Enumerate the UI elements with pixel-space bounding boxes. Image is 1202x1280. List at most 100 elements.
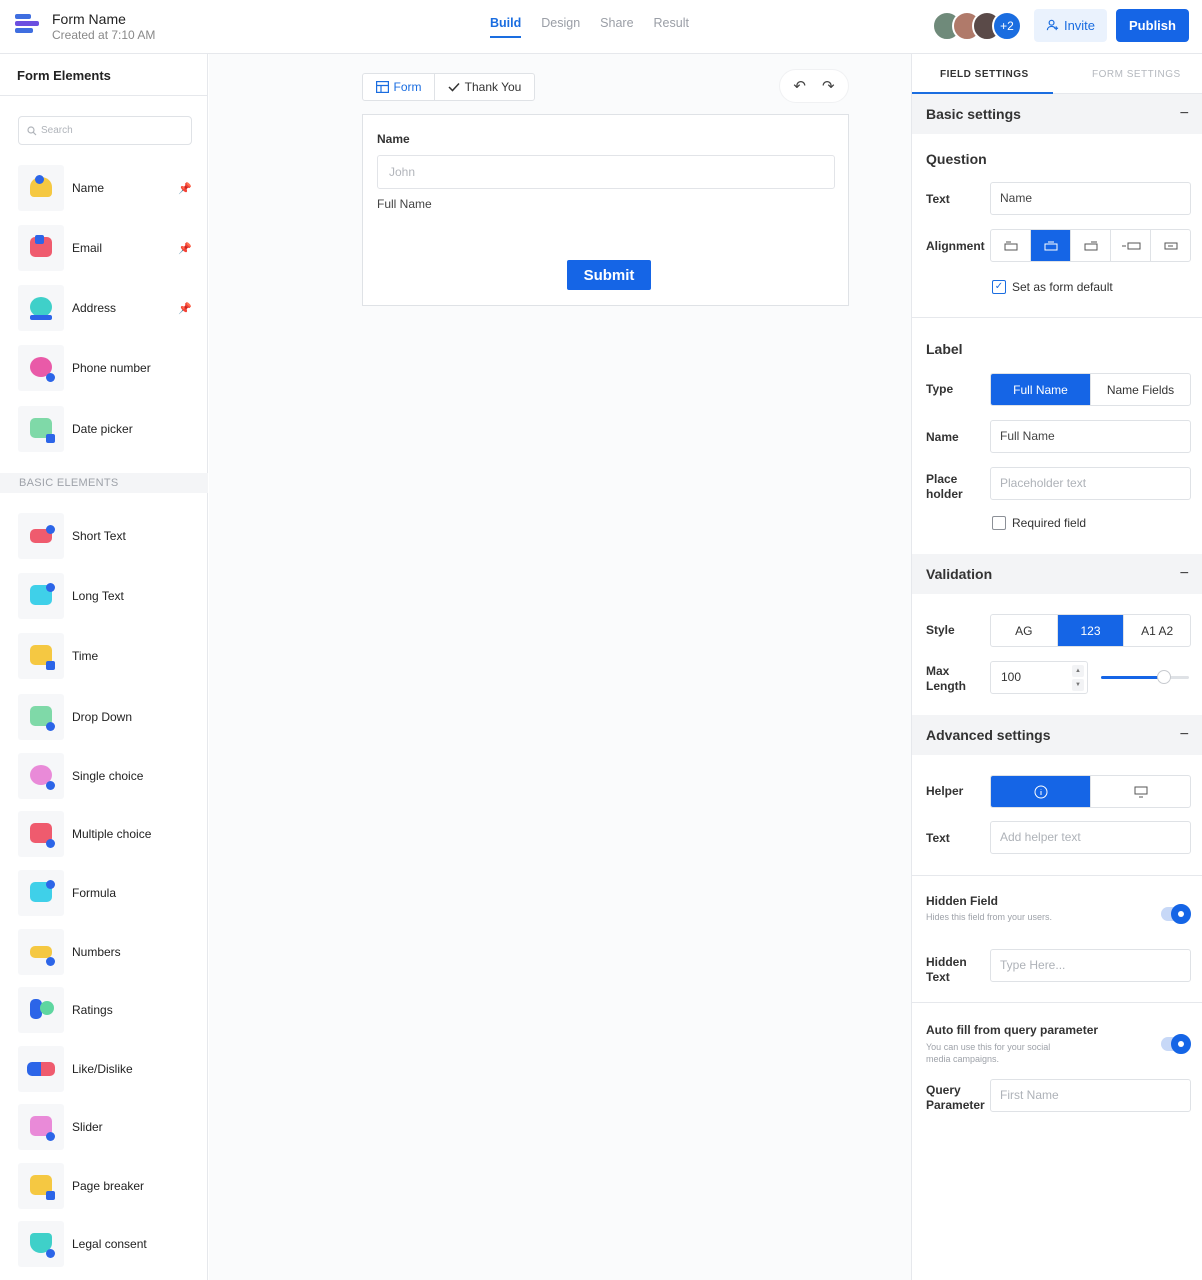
phone-element-icon [18,345,64,391]
tab-thank-you[interactable]: Thank You [435,74,534,100]
style-alphanumeric[interactable]: A1 A2 [1124,615,1190,646]
hidden-field-toggle[interactable] [1161,904,1191,924]
undo-icon[interactable]: ↶ [793,77,806,95]
style-letters[interactable]: AG [991,615,1058,646]
hidden-text-label: Hidden Text [926,955,967,984]
align-center-icon[interactable] [1031,230,1071,261]
tab-form-settings[interactable]: FORM SETTINGS [1092,69,1181,80]
redo-icon[interactable]: ↷ [822,77,835,95]
element-single-choice[interactable]: Single choice [18,753,194,799]
nav-design[interactable]: Design [541,16,580,38]
element-phone-number[interactable]: Phone number [18,345,194,391]
hidden-field-title: Hidden Field [926,894,998,908]
style-numbers[interactable]: 123 [1057,615,1125,646]
tooltip-icon[interactable] [1091,776,1190,807]
name-label: Name [926,430,959,444]
hidden-text-field[interactable]: Type Here... [990,949,1191,982]
slider-handle[interactable] [1157,670,1172,684]
element-date-picker[interactable]: Date picker [18,406,194,452]
pin-icon[interactable]: 📌 [178,182,192,195]
collapse-icon[interactable]: − [1180,94,1189,134]
pin-icon[interactable]: 📌 [178,302,192,315]
element-legal-consent[interactable]: Legal consent [18,1221,194,1267]
element-multiple-choice[interactable]: Multiple choice [18,811,194,857]
align-right-icon[interactable] [1071,230,1111,261]
form-canvas: Form Thank You ↶ ↷ Name John Full Name S… [209,54,911,1280]
nav-result[interactable]: Result [654,16,689,38]
alignment-label: Alignment [926,239,985,253]
helper-text-field[interactable]: Add helper text [990,821,1191,854]
placeholder-field[interactable]: Placeholder text [990,467,1191,500]
invite-button[interactable]: Invite [1034,9,1107,42]
element-page-breaker[interactable]: Page breaker [18,1163,194,1209]
element-long-text[interactable]: Long Text [18,573,194,619]
info-icon[interactable] [991,776,1091,807]
align-inside-icon[interactable] [1151,230,1190,261]
element-slider[interactable]: Slider [18,1104,194,1150]
align-inline-icon[interactable] [1111,230,1151,261]
collapse-icon[interactable]: − [1180,554,1189,594]
collaborator-avatars[interactable]: +2 [932,11,1024,41]
name-element-icon [18,165,64,211]
stepper-value: 100 [1001,670,1022,684]
form-created-at: Created at 7:10 AM [52,28,156,42]
element-label: Legal consent [72,1237,147,1251]
checkbox-label: Set as form default [1012,280,1113,294]
nav-build[interactable]: Build [490,16,522,38]
slider-icon [18,1104,64,1150]
basic-elements-heading: BASIC ELEMENTS [0,473,208,493]
label-name-field[interactable]: Full Name [990,420,1191,453]
settings-panel: FIELD SETTINGS FORM SETTINGS Basic setti… [911,54,1202,1280]
max-length-stepper[interactable]: 100 ▲ ▼ [990,661,1088,694]
type-name-fields[interactable]: Name Fields [1091,374,1190,405]
advanced-settings-header[interactable]: Advanced settings − [912,715,1202,755]
nav-share[interactable]: Share [600,16,633,38]
autofill-toggle[interactable] [1161,1034,1191,1054]
element-name[interactable]: Name 📌 [18,165,194,211]
element-like-dislike[interactable]: Like/Dislike [18,1046,194,1092]
more-avatars-badge[interactable]: +2 [992,11,1022,41]
pin-icon[interactable]: 📌 [178,242,192,255]
tab-form[interactable]: Form [363,74,435,100]
submit-button[interactable]: Submit [567,260,651,290]
element-time[interactable]: Time [18,633,194,679]
add-user-icon [1046,19,1059,31]
element-drop-down[interactable]: Drop Down [18,694,194,740]
calendar-icon [18,406,64,452]
element-email[interactable]: Email 📌 [18,225,194,271]
element-ratings[interactable]: Ratings [18,987,194,1033]
required-checkbox[interactable]: Required field [992,516,1086,530]
checkbox-checked-icon[interactable]: ✓ [992,280,1006,294]
form-default-checkbox[interactable]: ✓ Set as form default [992,280,1113,294]
question-text-field[interactable]: Name [990,182,1191,215]
form-elements-panel: Form Elements Search Name 📌 Email 📌 Addr… [0,54,208,1280]
helper-text-label: Text [926,831,950,845]
checkbox-unchecked-icon[interactable] [992,516,1006,530]
element-label: Email [72,241,103,255]
basic-settings-header[interactable]: Basic settings − [912,94,1202,134]
long-text-icon [18,573,64,619]
max-length-slider[interactable] [1101,670,1189,684]
type-full-name[interactable]: Full Name [991,374,1091,405]
align-top-icon[interactable] [991,230,1031,261]
query-parameter-field[interactable]: First Name [990,1079,1191,1112]
element-numbers[interactable]: Numbers [18,929,194,975]
invite-label: Invite [1063,18,1096,33]
element-address[interactable]: Address 📌 [18,285,194,331]
element-label: Address [72,301,117,315]
name-input[interactable]: John [377,155,835,189]
chevron-down-icon[interactable]: ▼ [1072,679,1084,691]
label-heading: Label [926,341,963,357]
element-formula[interactable]: Formula [18,870,194,916]
element-short-text[interactable]: Short Text [18,513,194,559]
publish-button[interactable]: Publish [1116,9,1189,42]
search-input[interactable]: Search [18,116,192,145]
tab-field-settings[interactable]: FIELD SETTINGS [940,69,1029,80]
autofill-description: You can use this for your social media c… [926,1042,1051,1064]
form-title[interactable]: Form Name [52,11,126,27]
element-label: Numbers [72,945,121,959]
label-type-selector: Full Name Name Fields [990,373,1191,406]
chevron-up-icon[interactable]: ▲ [1072,665,1084,677]
collapse-icon[interactable]: − [1180,715,1189,755]
validation-header[interactable]: Validation − [912,554,1202,594]
